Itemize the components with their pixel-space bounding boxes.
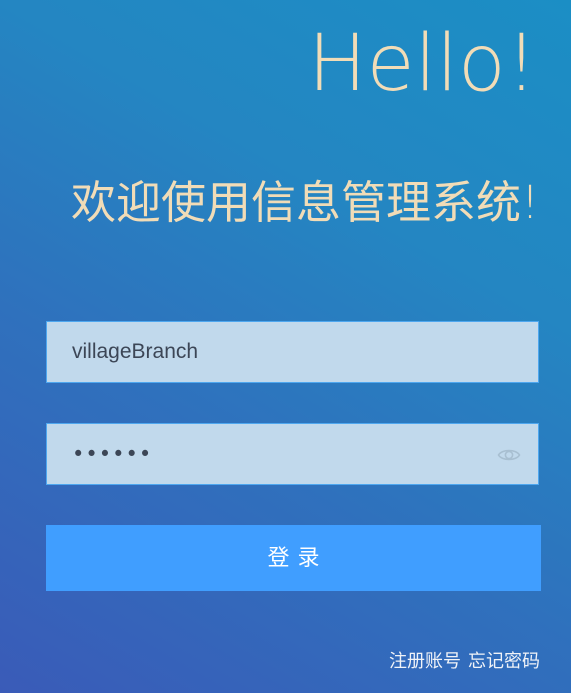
password-field[interactable]: •••••• <box>46 423 539 485</box>
password-input[interactable]: •••••• <box>72 424 152 484</box>
hello-heading: Hello! <box>308 19 537 109</box>
register-link[interactable]: 注册账号 <box>389 651 461 671</box>
username-input[interactable] <box>47 322 492 382</box>
forgot-password-link[interactable]: 忘记密码 <box>468 651 540 671</box>
login-button[interactable]: 登录 <box>46 525 541 591</box>
username-field[interactable] <box>46 321 539 383</box>
welcome-heading: 欢迎使用信息管理系统! <box>70 176 539 229</box>
footer-links: 注册账号 忘记密码 <box>389 648 540 674</box>
eye-icon[interactable] <box>497 444 521 466</box>
